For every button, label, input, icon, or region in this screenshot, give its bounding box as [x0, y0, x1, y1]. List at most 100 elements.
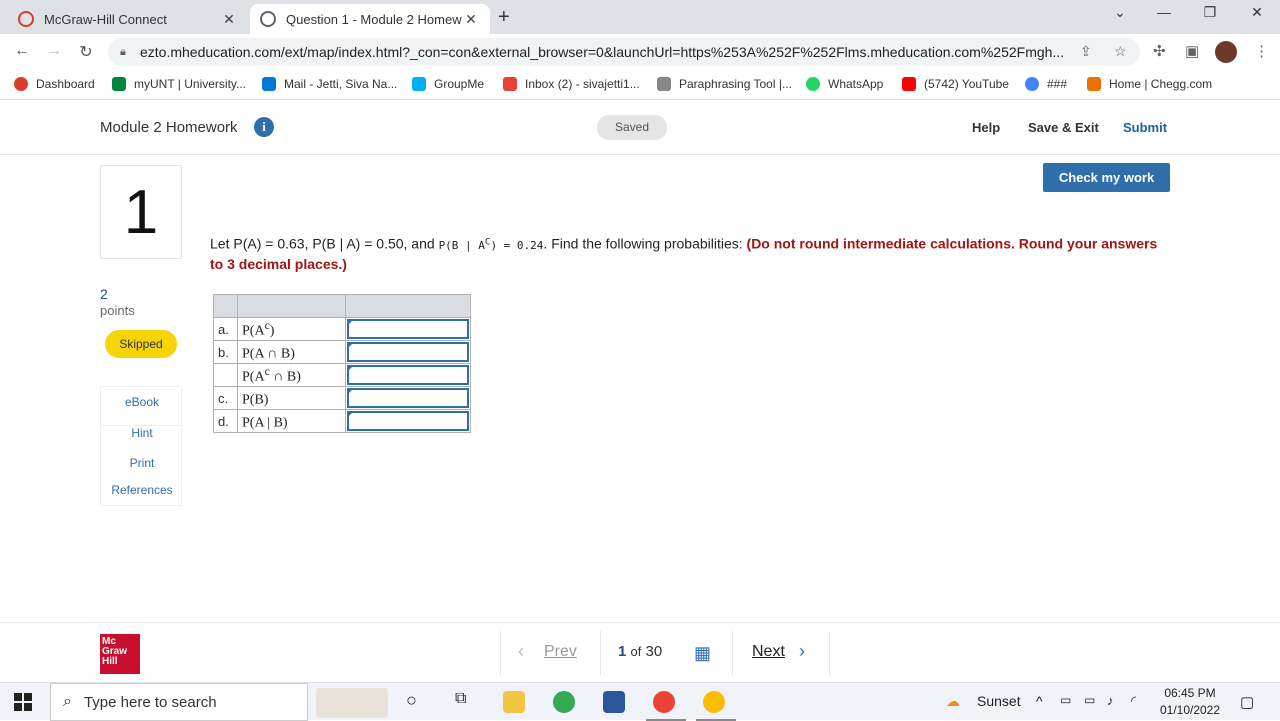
bookmark-chegg[interactable]: Home | Chegg.com — [1087, 77, 1212, 91]
close-tab-icon[interactable]: ✕ — [462, 11, 480, 28]
chevron-left-icon: ‹ — [518, 641, 524, 661]
browser-tab-bar: McGraw-Hill Connect ✕ Question 1 - Modul… — [0, 0, 1280, 34]
header-cell — [345, 294, 471, 318]
bookmark-whatsapp[interactable]: WhatsApp — [806, 77, 883, 91]
bookmark-label: Home | Chegg.com — [1109, 77, 1213, 91]
show-hidden-icons-chevron-icon[interactable]: ^ — [1036, 693, 1043, 709]
pager-divider — [732, 631, 733, 675]
back-arrow-icon[interactable]: ← — [10, 42, 34, 60]
weather-label[interactable]: Sunset — [977, 693, 1021, 709]
page-indicator: 1 of 30 — [618, 643, 662, 660]
info-icon[interactable]: i — [254, 117, 274, 137]
bookmark-youtube[interactable]: (5742) YouTube — [902, 77, 1009, 91]
help-link[interactable]: Help — [972, 120, 1000, 135]
ebook-link[interactable]: eBook — [101, 395, 183, 409]
battery-icon[interactable]: ▭ — [1084, 693, 1095, 707]
taskbar-search-box[interactable]: ⌕ Type here to search — [50, 683, 388, 721]
check-my-work-button[interactable]: Check my work — [1043, 163, 1170, 192]
pager-divider — [600, 631, 601, 675]
bookmark-icon — [503, 77, 517, 91]
bookmark-label: Paraphrasing Tool |... — [679, 77, 792, 91]
answer-input-c[interactable] — [347, 388, 469, 408]
globe-favicon-icon — [260, 11, 276, 27]
share-icon[interactable]: ⇪ — [1080, 43, 1092, 60]
taskbar-clock[interactable]: 06:45 PM 01/10/2022 — [1150, 685, 1230, 719]
tab-mcgraw-hill-connect[interactable]: McGraw-Hill Connect ✕ — [8, 4, 248, 34]
save-exit-link[interactable]: Save & Exit — [1028, 120, 1099, 135]
reload-icon[interactable]: ↻ — [74, 42, 98, 62]
bookmark-myunt[interactable]: myUNT | University... — [112, 77, 246, 91]
volume-icon[interactable]: ♪ — [1107, 693, 1114, 708]
prompt-text: Let — [210, 235, 234, 252]
answer-cell — [345, 317, 471, 341]
url-bar[interactable]: 🔒︎ ezto.mheducation.com/ext/map/index.ht… — [108, 38, 1140, 66]
bookmark-dashboard[interactable]: Dashboard — [14, 77, 95, 91]
forward-arrow-icon[interactable]: → — [42, 42, 66, 60]
bookmark-hash[interactable]: ### — [1025, 77, 1067, 91]
row-expression: P(A | B) — [237, 409, 346, 433]
row-label: c. — [213, 386, 238, 410]
assignment-title: Module 2 Homework — [100, 119, 238, 136]
hint-link[interactable]: Hint — [101, 425, 183, 440]
answer-input-b2[interactable] — [347, 365, 469, 385]
tab-search-chevron-icon[interactable]: ⌄ — [1100, 4, 1140, 21]
page-of: of — [630, 644, 642, 659]
profile-avatar[interactable] — [1215, 41, 1237, 63]
bookmark-paraphrasing[interactable]: Paraphrasing Tool |... — [657, 77, 792, 91]
answer-input-b1[interactable] — [347, 342, 469, 362]
start-quad — [14, 703, 22, 711]
file-explorer-icon[interactable] — [503, 691, 525, 713]
close-window-icon[interactable]: ✕ — [1237, 4, 1277, 21]
chrome-profile-icon[interactable] — [653, 691, 675, 713]
start-quad — [14, 693, 22, 701]
word-icon[interactable] — [603, 691, 625, 713]
table-row: a. P(Ac) — [213, 317, 471, 341]
points-label: points — [100, 303, 135, 318]
cortana-icon[interactable]: ○ — [406, 690, 417, 711]
new-tab-icon[interactable]: + — [498, 6, 510, 29]
answer-table: a. P(Ac) b. P(A ∩ B) P(Ac ∩ B) c. P(B) d… — [213, 294, 471, 433]
table-row: d. P(A | B) — [213, 409, 471, 433]
meet-icon[interactable]: ▭ — [1060, 693, 1071, 707]
bookmark-label: Inbox (2) - sivajetti1... — [525, 77, 640, 91]
pager-divider — [829, 631, 830, 675]
extensions-puzzle-icon[interactable]: ✣ — [1153, 42, 1166, 60]
notifications-icon[interactable]: ▢ — [1240, 693, 1254, 711]
menu-kebab-icon[interactable]: ⋮ — [1254, 42, 1269, 60]
prev-button[interactable]: Prev — [544, 643, 577, 661]
minimize-icon[interactable]: — — [1144, 4, 1184, 20]
prompt-text: . Find the following probabilities: — [543, 235, 747, 252]
saved-status-badge: Saved — [597, 115, 667, 140]
bookmark-star-icon[interactable]: ☆ — [1114, 43, 1127, 60]
row-expression: P(A ∩ B) — [237, 340, 346, 364]
points-value: 2 — [100, 286, 108, 302]
wifi-icon[interactable]: ◜ — [1131, 693, 1136, 709]
submit-link[interactable]: Submit — [1123, 120, 1167, 135]
answer-cell — [345, 409, 471, 433]
task-view-icon[interactable]: ⧉ — [455, 690, 466, 708]
conditional-expr: P(B | A — [438, 238, 485, 252]
print-link[interactable]: Print — [101, 456, 183, 470]
bookmark-mail[interactable]: Mail - Jetti, Siva Na... — [262, 77, 397, 91]
close-tab-icon[interactable]: ✕ — [220, 11, 238, 28]
row-label — [213, 363, 238, 387]
bookmark-groupme[interactable]: GroupMe — [412, 77, 484, 91]
table-row: c. P(B) — [213, 386, 471, 410]
windows-start-icon[interactable] — [14, 693, 32, 711]
total-pages: 30 — [645, 643, 663, 660]
chrome-profile-icon[interactable] — [703, 691, 725, 713]
chrome-icon[interactable] — [553, 691, 575, 713]
side-panel-icon[interactable]: ▣ — [1185, 42, 1199, 60]
references-link[interactable]: References — [101, 483, 183, 497]
answer-input-a[interactable] — [347, 319, 469, 339]
restore-icon[interactable]: ❐ — [1190, 4, 1230, 21]
pager-divider — [500, 631, 501, 675]
next-button[interactable]: Next — [752, 643, 785, 661]
given-probabilities: P(A) = 0.63, P(B | A) = 0.50, and — [233, 235, 439, 252]
question-grid-icon[interactable]: ▦ — [694, 644, 712, 662]
tab-question-1[interactable]: Question 1 - Module 2 Homework ✕ — [250, 4, 490, 34]
search-placeholder: Type here to search — [83, 693, 217, 711]
bookmark-icon — [112, 77, 126, 91]
answer-input-d[interactable] — [347, 411, 469, 431]
bookmark-inbox[interactable]: Inbox (2) - sivajetti1... — [503, 77, 640, 91]
